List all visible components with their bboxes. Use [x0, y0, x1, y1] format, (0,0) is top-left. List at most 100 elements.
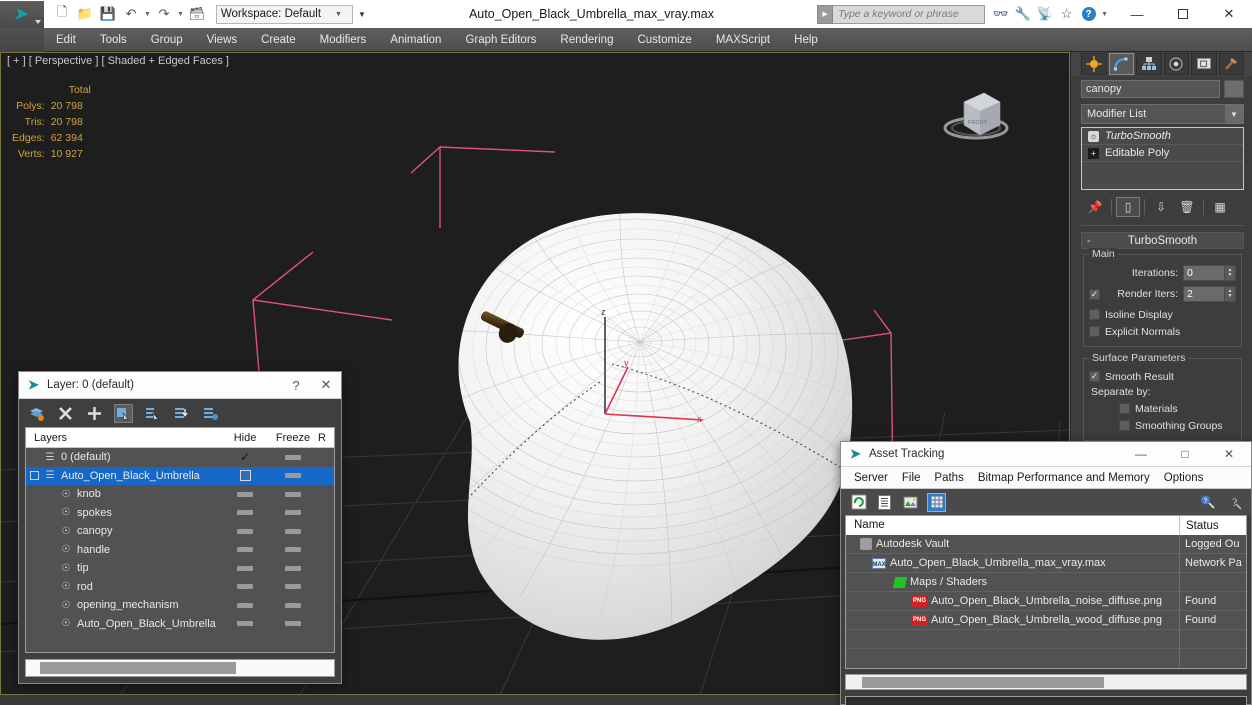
menu-item-animation[interactable]: Animation: [378, 28, 453, 52]
asset-scroll-thumb[interactable]: [862, 676, 1104, 688]
explicit-normals-row[interactable]: Explicit Normals: [1089, 323, 1236, 340]
list-view-icon[interactable]: [875, 493, 894, 512]
asset-row-wood-diffuse-png[interactable]: PNG Auto_Open_Black_Umbrella_wood_diffus…: [846, 610, 1246, 630]
menu-item-modifiers[interactable]: Modifiers: [308, 28, 379, 52]
layer-hide-cell[interactable]: [222, 528, 268, 534]
layer-hide-cell[interactable]: [222, 565, 268, 571]
layer-freeze-cell[interactable]: [268, 510, 318, 516]
new-icon[interactable]: 🗋: [52, 4, 72, 24]
layer-dialog-close-button[interactable]: ✕: [311, 372, 341, 399]
layer-row-handle[interactable]: ☉ handle: [26, 541, 334, 560]
thumbnail-view-icon[interactable]: [901, 493, 920, 512]
object-color-swatch[interactable]: [1224, 80, 1244, 98]
open-icon[interactable]: 📁: [75, 4, 95, 24]
asset-row-empty[interactable]: [846, 629, 1246, 649]
binoculars-icon[interactable]: 👓: [991, 5, 1010, 24]
asset-close-button[interactable]: ✕: [1207, 442, 1251, 467]
menu-item-create[interactable]: Create: [249, 28, 308, 52]
layer-freeze-cell[interactable]: [268, 528, 318, 534]
menu-item-help[interactable]: Help: [782, 28, 830, 52]
view-cube[interactable]: FRONT: [942, 80, 1012, 148]
smooth-result-row[interactable]: ✓ Smooth Result: [1089, 368, 1236, 385]
layer-freeze-cell[interactable]: [268, 602, 318, 608]
smoothing-groups-checkbox[interactable]: [1119, 420, 1130, 431]
layer-dialog[interactable]: ➤ Layer: 0 (default) ? ✕ Layers Hide Fre…: [18, 371, 342, 684]
close-button[interactable]: ✕: [1206, 0, 1252, 28]
plus-icon[interactable]: +: [1088, 147, 1099, 159]
layer-freeze-cell[interactable]: [268, 565, 318, 571]
rollout-header[interactable]: - TurboSmooth: [1081, 232, 1244, 249]
isoline-display-checkbox[interactable]: [1089, 309, 1100, 320]
isoline-display-row[interactable]: Isoline Display: [1089, 306, 1236, 323]
hide-unhide-icon[interactable]: [201, 404, 220, 423]
layer-row-canopy[interactable]: ☉ canopy: [26, 522, 334, 541]
render-iters-spinner-icon[interactable]: ▲ ▼: [1225, 286, 1236, 302]
remove-modifier-icon[interactable]: 🗑: [1175, 197, 1199, 217]
menu-item-group[interactable]: Group: [139, 28, 195, 52]
layer-freeze-cell[interactable]: [268, 491, 318, 497]
layer-freeze-cell[interactable]: [268, 473, 318, 479]
workspace-selector[interactable]: Workspace: Default ▼: [215, 4, 353, 24]
layer-row-rod[interactable]: ☉ rod: [26, 578, 334, 597]
delete-layer-icon[interactable]: [56, 404, 75, 423]
layer-freeze-cell[interactable]: [268, 621, 318, 627]
layer-freeze-cell[interactable]: [268, 584, 318, 590]
asset-row-autodesk-vault[interactable]: Autodesk Vault Logged Ou: [846, 534, 1246, 554]
display-tab[interactable]: [1191, 53, 1217, 75]
asset-maximize-button[interactable]: □: [1163, 442, 1207, 467]
undo-icon[interactable]: ↶: [121, 4, 141, 24]
layer-hide-cell[interactable]: [222, 470, 268, 482]
workspace-dropdown-icon[interactable]: ▼: [358, 10, 366, 19]
menu-item-graph-editors[interactable]: Graph Editors: [453, 28, 548, 52]
asset-menu-server[interactable]: Server: [847, 467, 895, 489]
asset-menu-file[interactable]: File: [895, 467, 928, 489]
menu-item-maxscript[interactable]: MAXScript: [704, 28, 782, 52]
smooth-result-checkbox[interactable]: ✓: [1089, 371, 1100, 382]
help-icon[interactable]: ?: [1079, 5, 1098, 24]
add-selection-icon[interactable]: [85, 404, 104, 423]
layer-row-tip[interactable]: ☉ tip: [26, 559, 334, 578]
minimize-button[interactable]: —: [1114, 0, 1160, 28]
layer-list[interactable]: Layers Hide Freeze R ☰ 0 (default) ✓ ☰ A…: [25, 427, 335, 653]
configure-sets-icon[interactable]: ▦: [1208, 197, 1232, 217]
redo-dropdown-icon[interactable]: ▼: [177, 11, 184, 18]
highlight-selected-icon[interactable]: [172, 404, 191, 423]
asset-tracking-dialog[interactable]: ➤ Asset Tracking — □ ✕ Server File Paths…: [840, 441, 1252, 705]
layer-freeze-cell[interactable]: [268, 547, 318, 553]
search-expand-icon[interactable]: ▶: [817, 4, 834, 24]
utilities-tab[interactable]: [1218, 53, 1244, 75]
app-logo-button[interactable]: ➤: [0, 0, 44, 28]
asset-row-max-file[interactable]: MAX Auto_Open_Black_Umbrella_max_vray.ma…: [846, 553, 1246, 573]
layer-hide-cell[interactable]: [222, 621, 268, 627]
menu-item-views[interactable]: Views: [195, 28, 249, 52]
layer-horizontal-scrollbar[interactable]: [25, 659, 335, 677]
select-highlighted-icon[interactable]: [143, 404, 162, 423]
smoothing-groups-row[interactable]: Smoothing Groups: [1089, 417, 1236, 434]
iterations-input[interactable]: 0: [1183, 265, 1225, 281]
layer-hide-cell[interactable]: [222, 491, 268, 497]
create-tab[interactable]: [1081, 53, 1107, 75]
wrench-icon[interactable]: 🔧: [1013, 5, 1032, 24]
search-input[interactable]: Type a keyword or phrase: [833, 4, 986, 24]
asset-tracking-titlebar[interactable]: ➤ Asset Tracking — □ ✕: [841, 442, 1251, 467]
show-end-result-icon[interactable]: ▯: [1116, 197, 1140, 217]
layer-dialog-help-button[interactable]: ?: [281, 372, 311, 399]
bulb-icon[interactable]: ☼: [1088, 130, 1099, 142]
materials-checkbox[interactable]: [1119, 403, 1130, 414]
modifier-stack[interactable]: ☼ TurboSmooth + Editable Poly: [1081, 127, 1244, 190]
layer-row-default[interactable]: ☰ 0 (default) ✓: [26, 448, 334, 467]
menu-item-rendering[interactable]: Rendering: [548, 28, 625, 52]
iterations-spinner-icon[interactable]: ▲ ▼: [1225, 265, 1236, 281]
create-new-layer-icon[interactable]: [27, 404, 46, 423]
make-unique-icon[interactable]: ⇩: [1149, 197, 1173, 217]
menu-item-tools[interactable]: Tools: [88, 28, 139, 52]
pin-stack-icon[interactable]: 📌: [1083, 197, 1107, 217]
layer-hide-cell[interactable]: [222, 547, 268, 553]
asset-list[interactable]: Name Status Autodesk Vault Logged Ou MAX…: [845, 515, 1247, 669]
layer-freeze-cell[interactable]: [268, 454, 318, 460]
select-objects-icon[interactable]: [114, 403, 133, 423]
motion-tab[interactable]: [1163, 53, 1189, 75]
layer-scroll-thumb[interactable]: [40, 662, 236, 674]
layer-row-umbrella-object[interactable]: ☉ Auto_Open_Black_Umbrella: [26, 615, 334, 634]
menu-item-customize[interactable]: Customize: [625, 28, 703, 52]
